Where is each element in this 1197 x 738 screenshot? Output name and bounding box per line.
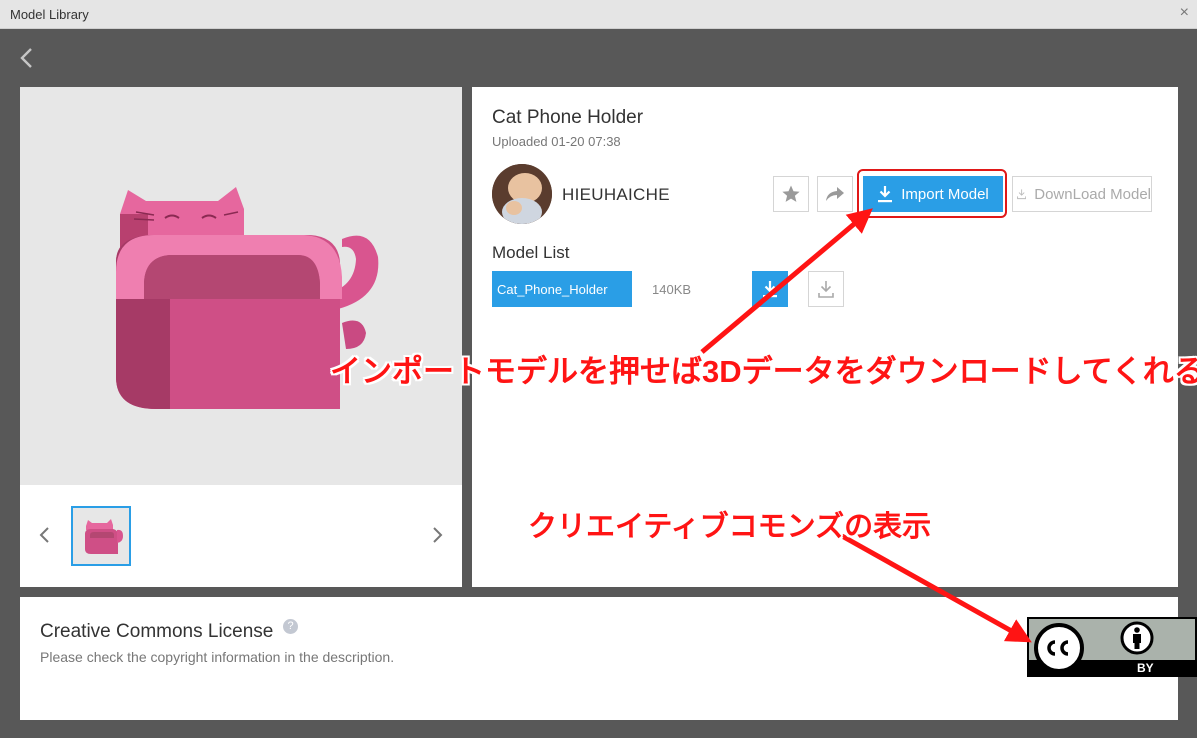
back-chevron-icon: [20, 48, 32, 68]
download-model-label: DownLoad Model: [1034, 185, 1151, 203]
license-description: Please check the copyright information i…: [40, 649, 395, 665]
model-preview-panel: [20, 87, 462, 587]
window-title: Model Library: [10, 7, 89, 22]
upload-date: Uploaded 01-20 07:38: [492, 134, 621, 149]
model-title: Cat Phone Holder: [492, 107, 644, 128]
model-3d-viewer[interactable]: [20, 87, 462, 485]
download-icon: [1017, 189, 1027, 200]
license-title: Creative Commons License: [40, 621, 274, 642]
download-icon: [818, 281, 834, 298]
star-icon: [782, 185, 800, 202]
import-icon: [878, 186, 893, 203]
back-button[interactable]: [17, 46, 37, 70]
cc-by-license-badge[interactable]: BY: [1027, 617, 1197, 677]
model-list-label: Model List: [492, 243, 570, 262]
share-button[interactable]: [817, 176, 853, 212]
title-bar: Model Library ×: [0, 0, 1197, 29]
file-download-button[interactable]: [808, 271, 844, 307]
attribution-icon: [1120, 621, 1154, 655]
model-file-name: Cat_Phone_Holder: [497, 281, 608, 297]
cat-model-render: [116, 187, 379, 409]
close-icon[interactable]: ×: [1180, 5, 1189, 21]
thumbnail-next-button[interactable]: [428, 523, 446, 547]
thumbnail-strip: [20, 485, 462, 587]
chevron-left-icon: [39, 527, 49, 543]
thumbnail-prev-button[interactable]: [36, 523, 54, 547]
thumbnail-item[interactable]: [71, 506, 131, 566]
author-avatar-photo: [492, 164, 552, 224]
cc-annotation-text: クリエイティブコモンズの表示: [528, 511, 932, 543]
download-model-button[interactable]: DownLoad Model: [1012, 176, 1152, 212]
import-icon: [763, 281, 777, 298]
license-panel: Creative Commons License ? Please check …: [20, 597, 1178, 720]
share-icon: [826, 187, 844, 201]
model-file-item[interactable]: Cat_Phone_Holder: [492, 271, 632, 307]
file-import-button[interactable]: [752, 271, 788, 307]
avatar[interactable]: [492, 164, 552, 224]
cat-model-thumbnail: [85, 519, 123, 554]
cc-by-label: BY: [1137, 661, 1154, 675]
help-icon[interactable]: ?: [283, 619, 298, 634]
import-annotation-text: インポートモデルを押せば3Dデータをダウンロードしてくれる: [330, 354, 1197, 389]
cc-icon: [1034, 623, 1084, 673]
author-name[interactable]: HIEUHAICHE: [562, 185, 670, 205]
chevron-right-icon: [433, 527, 443, 543]
import-model-label: Import Model: [901, 185, 989, 203]
favorite-button[interactable]: [773, 176, 809, 212]
model-file-size: 140KB: [652, 282, 692, 297]
import-model-button[interactable]: Import Model: [863, 176, 1003, 212]
